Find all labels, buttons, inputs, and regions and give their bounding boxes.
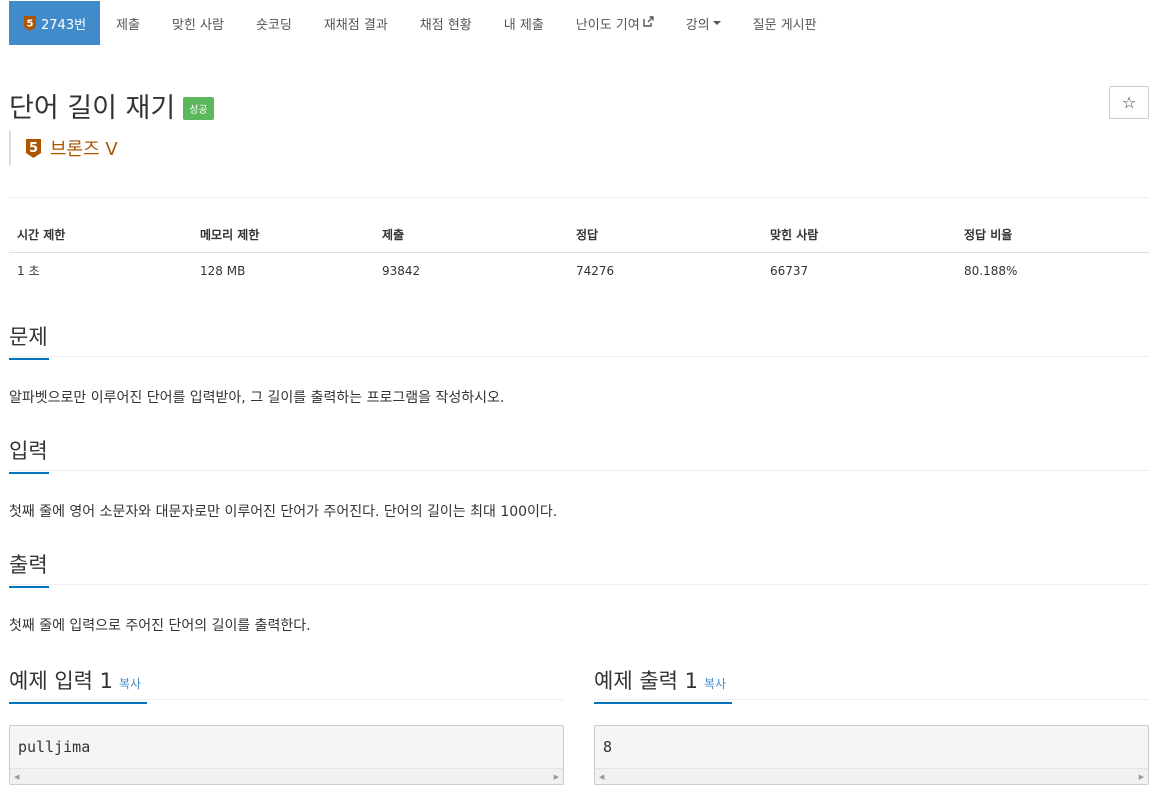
status-badge: 성공: [183, 97, 214, 120]
nav-label: 질문 게시판: [752, 17, 817, 33]
nav-label: 강의: [685, 17, 710, 33]
tier-digit: 5: [27, 18, 34, 29]
section-rule: [594, 699, 1149, 700]
copy-sample-output-link[interactable]: 복사: [704, 677, 726, 691]
section-underline: [9, 702, 147, 704]
horizontal-scrollbar[interactable]: ◀ ▶: [595, 768, 1148, 784]
section-heading: 출력: [9, 553, 48, 577]
section-title-input: 입력: [9, 435, 49, 474]
tier-label[interactable]: 브론즈 V: [50, 135, 118, 161]
nav-question-board[interactable]: 질문 게시판: [737, 1, 833, 45]
favorite-star-button[interactable]: ☆: [1109, 86, 1149, 119]
problem-nav: 5 2743번 제출 맞힌 사람 숏코딩 재채점 결과 채점 현황 내 제출 난…: [9, 1, 833, 45]
nav-label: 재채점 결과: [323, 17, 388, 33]
time-limit-value: 1 초: [17, 264, 40, 279]
nav-label: 숏코딩: [255, 17, 292, 33]
scroll-right-icon[interactable]: ▶: [554, 773, 559, 781]
section-underline: [9, 472, 49, 474]
table-header-row: 시간 제한 메모리 제한 제출 정답 맞힌 사람 정답 비율: [9, 218, 1149, 253]
nav-difficulty-contribution[interactable]: 난이도 기여: [560, 1, 670, 45]
nav-solvers[interactable]: 맞힌 사람: [156, 1, 240, 45]
nav-label: 내 제출: [503, 17, 544, 33]
sample-input-box[interactable]: pulljima ◀ ▶: [9, 725, 564, 785]
horizontal-scrollbar[interactable]: ◀ ▶: [10, 768, 563, 784]
scroll-left-icon[interactable]: ◀: [14, 773, 19, 781]
external-link-icon: [643, 16, 654, 30]
section-rule: [9, 584, 1149, 585]
section-rule: [9, 470, 1149, 471]
nav-my-submissions[interactable]: 내 제출: [488, 1, 560, 45]
copy-sample-input-link[interactable]: 복사: [119, 677, 141, 691]
nav-label: 채점 현황: [419, 17, 472, 33]
solvers-value: 66737: [770, 263, 809, 278]
sample-output-box[interactable]: 8 ◀ ▶: [594, 725, 1149, 785]
nav-label: 제출: [116, 17, 140, 33]
header-accepted: 정답: [568, 218, 762, 253]
accepted-value: 74276: [576, 263, 615, 278]
section-rule: [9, 356, 1149, 357]
section-underline: [9, 586, 49, 588]
submissions-value: 93842: [382, 263, 421, 278]
problem-title: 단어 길이 재기: [9, 93, 176, 124]
section-title-output: 출력: [9, 549, 49, 588]
sample-output-code: 8: [603, 738, 613, 756]
nav-label: 맞힌 사람: [171, 17, 224, 33]
nav-rejudge-results[interactable]: 재채점 결과: [308, 1, 404, 45]
nav-judge-status[interactable]: 채점 현황: [404, 1, 488, 45]
accept-ratio-value: 80.188%: [964, 263, 1018, 278]
bronze-tier-icon: 5: [25, 138, 42, 159]
problem-tier: 5 브론즈 V: [9, 130, 118, 166]
section-underline: [9, 358, 49, 360]
sample-heading: 예제 입력 1: [9, 669, 113, 693]
nav-short-coding[interactable]: 숏코딩: [240, 1, 308, 45]
problem-stats-table: 시간 제한 메모리 제한 제출 정답 맞힌 사람 정답 비율 1 초 128 M…: [9, 218, 1149, 289]
bronze-tier-icon: 5: [23, 15, 37, 32]
input-description: 첫째 줄에 영어 소문자와 대문자로만 이루어진 단어가 주어진다. 단어의 길…: [9, 504, 558, 520]
page-title: 단어 길이 재기 성공: [9, 86, 214, 125]
header-time-limit: 시간 제한: [9, 218, 192, 253]
section-title-problem: 문제: [9, 321, 49, 360]
header-solvers: 맞힌 사람: [762, 218, 956, 253]
nav-problem-number[interactable]: 5 2743번: [9, 1, 101, 45]
section-rule: [9, 699, 564, 700]
header-submissions: 제출: [374, 218, 568, 253]
star-icon: ☆: [1121, 93, 1137, 112]
header-accept-ratio: 정답 비율: [956, 218, 1149, 253]
caret-down-icon: [712, 21, 721, 25]
scroll-right-icon[interactable]: ▶: [1139, 773, 1144, 781]
output-description: 첫째 줄에 입력으로 주어진 단어의 길이를 출력한다.: [9, 618, 311, 634]
sample-input-code: pulljima: [18, 738, 91, 756]
sample-heading: 예제 출력 1: [594, 669, 698, 693]
nav-submit[interactable]: 제출: [100, 1, 156, 45]
divider: [9, 197, 1149, 198]
section-heading: 입력: [9, 439, 48, 463]
nav-lectures-dropdown[interactable]: 강의: [670, 1, 737, 45]
sample-input-title: 예제 입력 1 복사: [9, 665, 147, 704]
tier-digit: 5: [29, 141, 38, 156]
table-row: 1 초 128 MB 93842 74276 66737 80.188%: [9, 253, 1149, 289]
problem-description: 알파벳으로만 이루어진 단어를 입력받아, 그 길이를 출력하는 프로그램을 작…: [9, 390, 505, 406]
problem-number-label: 2743번: [41, 17, 87, 33]
sample-output-title: 예제 출력 1 복사: [594, 665, 732, 704]
section-heading: 문제: [9, 325, 48, 349]
scroll-left-icon[interactable]: ◀: [599, 773, 604, 781]
memory-limit-value: 128 MB: [200, 263, 246, 278]
header-memory-limit: 메모리 제한: [192, 218, 374, 253]
section-underline: [594, 702, 732, 704]
nav-label: 난이도 기여: [575, 17, 640, 33]
